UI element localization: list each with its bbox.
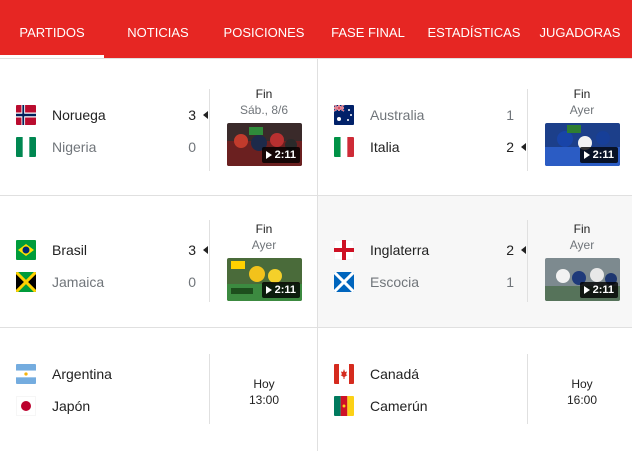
match-card[interactable]: Australia 1 Italia 2 Fin Ayer 2:11 (318, 59, 632, 196)
highlight-video-thumbnail[interactable]: 2:11 (227, 258, 302, 301)
home-team: Brasil 3 (16, 240, 208, 260)
canada-flag-icon (334, 364, 354, 384)
team-name: Jamaica (52, 274, 105, 290)
match-schedule: Hoy 16:00 (528, 376, 632, 408)
home-team: Inglaterra 2 (334, 240, 526, 260)
team-name: Italia (370, 139, 400, 155)
australia-flag-icon (334, 105, 354, 125)
away-team: Camerún (334, 396, 520, 416)
team-score: 1 (506, 274, 514, 290)
match-date: Sáb., 8/6 (239, 103, 289, 117)
team-name: Brasil (52, 242, 88, 258)
video-duration: 2:11 (261, 282, 300, 298)
tab-posiciones[interactable]: POSICIONES (212, 0, 316, 58)
team-name: Camerún (370, 398, 428, 414)
status-text: Fin (573, 87, 591, 101)
team-name: Nigeria (52, 139, 97, 155)
japan-flag-icon (16, 396, 36, 416)
team-score: 3 (188, 242, 196, 258)
status-text: Fin (255, 222, 273, 236)
match-date: Ayer (251, 238, 277, 252)
status-text: Fin (573, 222, 591, 236)
tab-noticias[interactable]: NOTICIAS (104, 0, 212, 58)
argentina-flag-icon (16, 364, 36, 384)
team-name: Noruega (52, 107, 106, 123)
match-date: Ayer (569, 238, 595, 252)
match-status: Fin Ayer (210, 222, 318, 252)
match-date: Ayer (569, 103, 595, 117)
match-card[interactable]: Brasil 3 Jamaica 0 Fin Ayer 2:11 (0, 196, 318, 328)
matches-grid: Noruega 3 Nigeria 0 Fin Sáb., 8/6 2:11 A… (0, 58, 632, 451)
home-team: Australia 1 (334, 105, 520, 125)
match-card[interactable]: Noruega 3 Nigeria 0 Fin Sáb., 8/6 2:11 (0, 59, 318, 196)
team-name: Inglaterra (370, 242, 430, 258)
play-icon (265, 151, 272, 159)
match-day: Hoy (571, 377, 593, 391)
scotland-flag-icon (334, 272, 354, 292)
winner-arrow-icon (203, 246, 208, 254)
england-flag-icon (334, 240, 354, 260)
match-status: Fin Ayer (528, 87, 632, 117)
video-duration: 2:11 (579, 282, 618, 298)
match-time: 13:00 (248, 393, 280, 407)
home-team: Argentina (16, 364, 202, 384)
cameroon-flag-icon (334, 396, 354, 416)
play-icon (265, 286, 272, 294)
highlight-video-thumbnail[interactable]: 2:11 (545, 123, 620, 166)
tab-fase-final[interactable]: FASE FINAL (316, 0, 420, 58)
italy-flag-icon (334, 137, 354, 157)
tab-estadisticas[interactable]: ESTADÍSTICAS (420, 0, 528, 58)
home-team: Canadá (334, 364, 520, 384)
home-team: Noruega 3 (16, 105, 208, 125)
status-text: Fin (255, 87, 273, 101)
tab-bar: PARTIDOS NOTICIAS POSICIONES FASE FINAL … (0, 0, 632, 58)
match-time: 16:00 (566, 393, 598, 407)
winner-arrow-icon (203, 111, 208, 119)
match-status: Fin Ayer (528, 222, 632, 252)
team-score: 0 (188, 274, 196, 290)
team-name: Australia (370, 107, 425, 123)
winner-arrow-icon (521, 246, 526, 254)
highlight-video-thumbnail[interactable]: 2:11 (545, 258, 620, 301)
match-status: Fin Sáb., 8/6 (210, 87, 318, 117)
away-team: Escocia 1 (334, 272, 520, 292)
play-icon (583, 286, 590, 294)
tab-jugadoras[interactable]: JUGADORAS (528, 0, 632, 58)
match-card[interactable]: Canadá Camerún Hoy 16:00 (318, 328, 632, 451)
match-card[interactable]: Argentina Japón Hoy 13:00 (0, 328, 318, 451)
team-name: Escocia (370, 274, 420, 290)
video-duration: 2:11 (579, 147, 618, 163)
tab-partidos[interactable]: PARTIDOS (0, 0, 104, 58)
team-score: 0 (188, 139, 196, 155)
team-score: 1 (506, 107, 514, 123)
team-score: 2 (506, 139, 514, 155)
team-score: 2 (506, 242, 514, 258)
match-card[interactable]: Inglaterra 2 Escocia 1 Fin Ayer 2:11 (318, 196, 632, 328)
team-name: Argentina (52, 366, 112, 382)
highlight-video-thumbnail[interactable]: 2:11 (227, 123, 302, 166)
match-schedule: Hoy 13:00 (210, 376, 318, 408)
nigeria-flag-icon (16, 137, 36, 157)
jamaica-flag-icon (16, 272, 36, 292)
away-team: Japón (16, 396, 202, 416)
brazil-flag-icon (16, 240, 36, 260)
away-team: Nigeria 0 (16, 137, 202, 157)
norway-flag-icon (16, 105, 36, 125)
match-day: Hoy (253, 377, 275, 391)
team-score: 3 (188, 107, 196, 123)
team-name: Canadá (370, 366, 420, 382)
away-team: Jamaica 0 (16, 272, 202, 292)
away-team: Italia 2 (334, 137, 526, 157)
winner-arrow-icon (521, 143, 526, 151)
play-icon (583, 151, 590, 159)
video-duration: 2:11 (261, 147, 300, 163)
team-name: Japón (52, 398, 91, 414)
